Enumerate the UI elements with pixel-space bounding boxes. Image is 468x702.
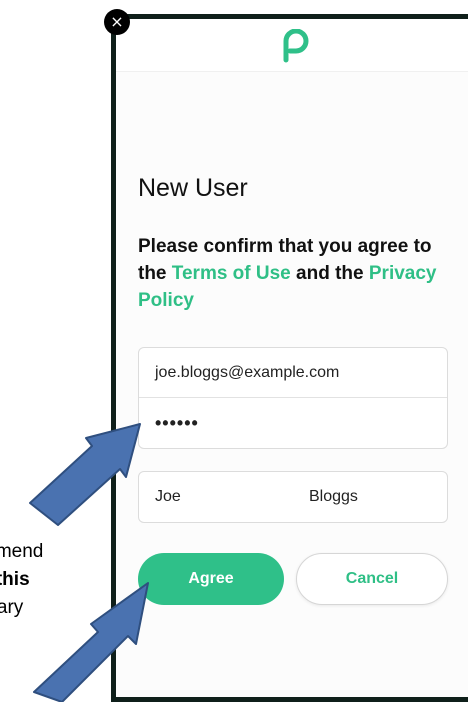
doc-line-1-text: mmend — [0, 541, 44, 562]
doc-line-1: mmend — [0, 538, 43, 566]
email-field[interactable]: joe.bloggs@example.com — [139, 348, 447, 398]
p-logo-icon — [283, 29, 309, 63]
credentials-group: joe.bloggs@example.com •••••• — [138, 347, 448, 449]
first-name-field[interactable]: Joe — [155, 472, 181, 522]
confirm-middle: and the — [290, 263, 369, 284]
terms-confirmation-text: Please confirm that you agree to the Ter… — [138, 233, 448, 314]
stage: mmend h this brary × New User Please con… — [0, 0, 468, 702]
doc-line-2: h this — [0, 566, 30, 594]
cancel-button[interactable]: Cancel — [296, 553, 448, 605]
doc-line-3-text: brary — [0, 597, 24, 618]
terms-of-use-link[interactable]: Terms of Use — [172, 263, 291, 284]
new-user-dialog: New User Please confirm that you agree t… — [111, 14, 468, 702]
doc-line-2-bold: this — [0, 569, 30, 590]
name-group: Joe Bloggs — [138, 471, 448, 523]
dialog-title: New User — [138, 174, 248, 202]
doc-line-3: brary — [0, 594, 23, 622]
password-field[interactable]: •••••• — [139, 398, 447, 448]
dialog-header — [116, 19, 468, 72]
close-icon[interactable]: × — [104, 9, 130, 35]
last-name-field[interactable]: Bloggs — [309, 472, 358, 522]
agree-button[interactable]: Agree — [138, 553, 284, 605]
